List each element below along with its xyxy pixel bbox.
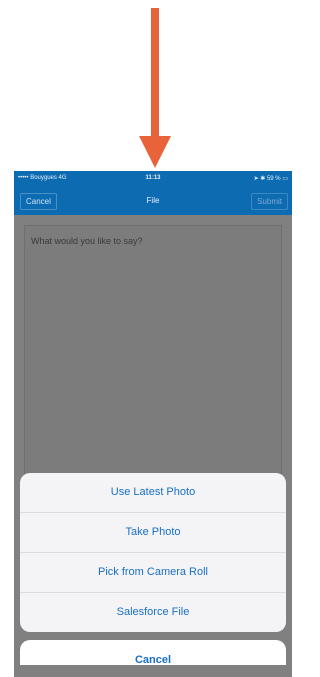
action-sheet-options: Use Latest Photo Take Photo Pick from Ca…	[20, 473, 286, 632]
use-latest-photo-button[interactable]: Use Latest Photo	[20, 473, 286, 513]
submit-button[interactable]: Submit	[251, 193, 288, 210]
status-bar: ••••• Bouygues 4G 11:13 ➤ ✱ 59 % ▭	[14, 171, 292, 187]
battery-icon: ▭	[282, 176, 288, 182]
status-battery-group: ➤ ✱ 59 % ▭	[254, 175, 288, 182]
status-time: 11:13	[145, 175, 161, 181]
bluetooth-icon: ✱	[260, 176, 266, 182]
nav-bar: Cancel File Submit	[14, 187, 292, 215]
down-arrow-indicator	[139, 8, 171, 168]
action-sheet: Use Latest Photo Take Photo Pick from Ca…	[14, 473, 292, 677]
pick-from-camera-roll-button[interactable]: Pick from Camera Roll	[20, 553, 286, 593]
salesforce-file-button[interactable]: Salesforce File	[20, 593, 286, 632]
screen-bottom-edge	[14, 665, 292, 677]
take-photo-button[interactable]: Take Photo	[20, 513, 286, 553]
battery-percent: 59 %	[266, 176, 281, 182]
location-icon: ➤	[253, 176, 259, 182]
phone-screen: ••••• Bouygues 4G 11:13 ➤ ✱ 59 % ▭ Cance…	[14, 171, 292, 677]
post-text-input[interactable]: What would you like to say?	[31, 236, 143, 246]
